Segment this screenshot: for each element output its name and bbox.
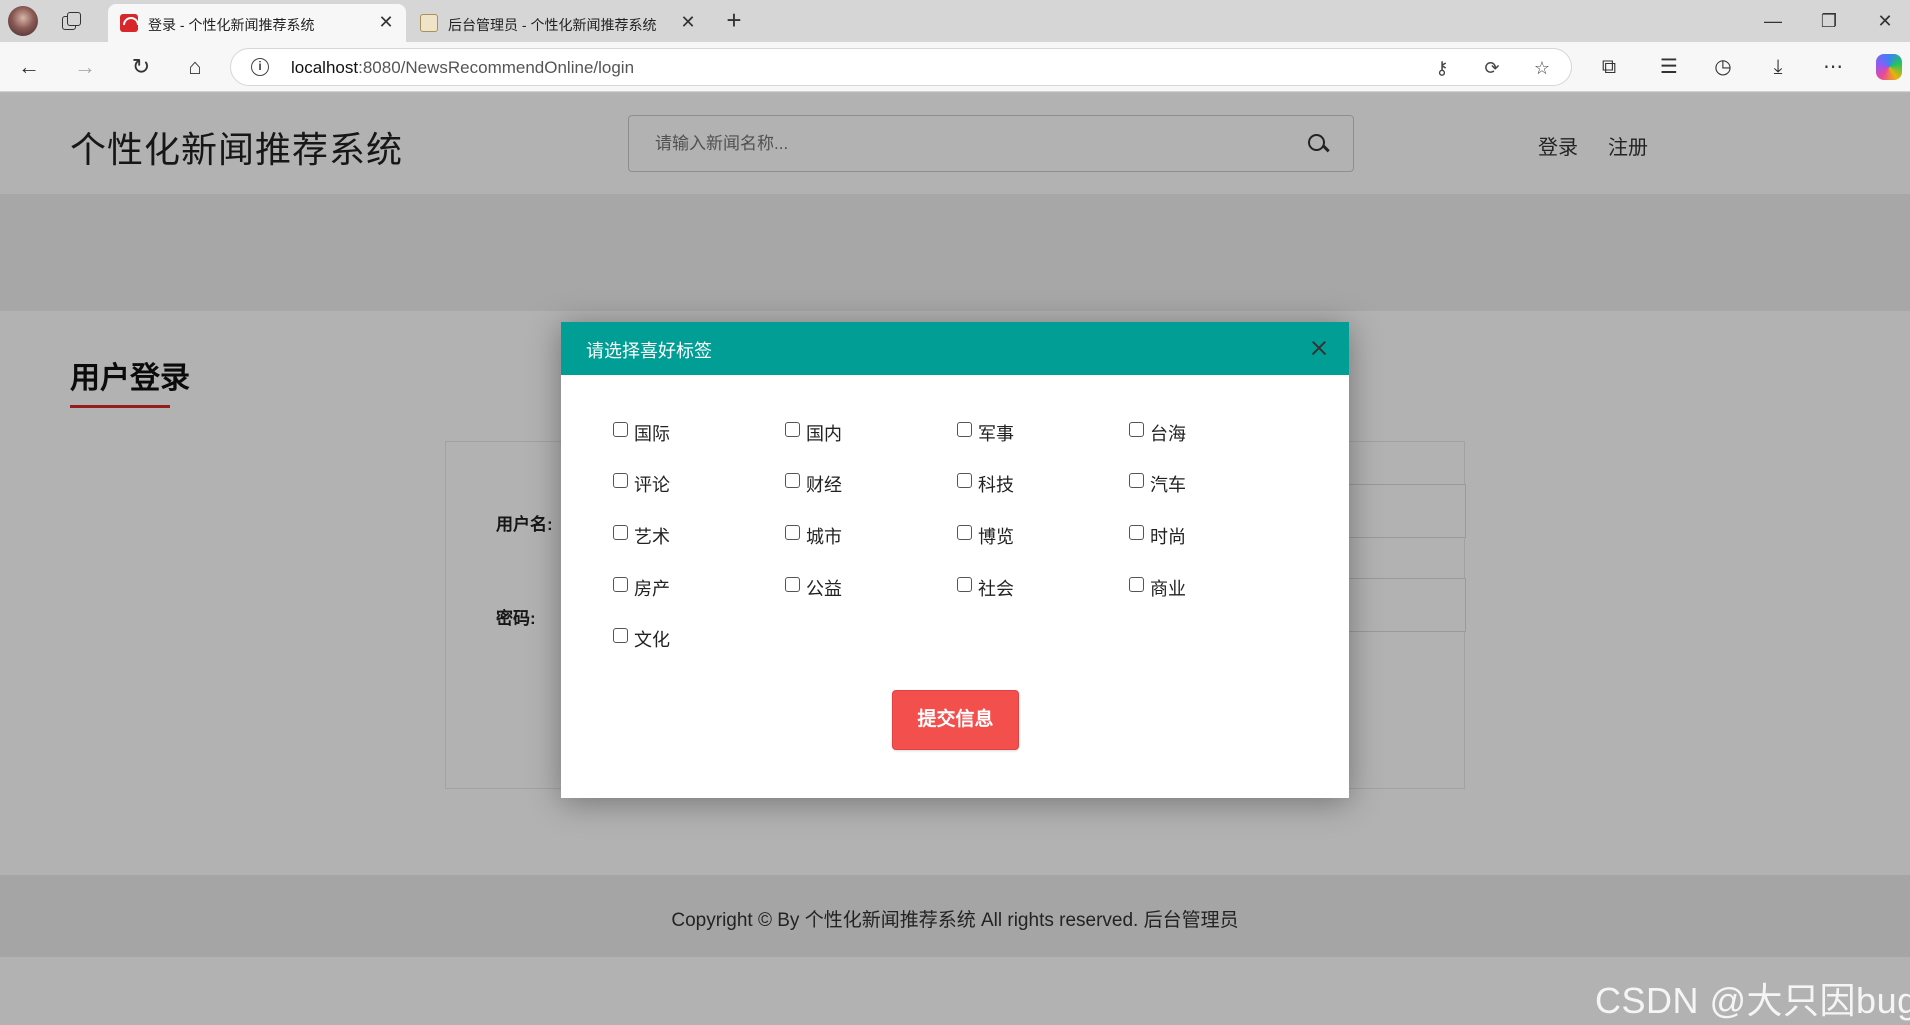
address-bar[interactable]: i localhost:8080/NewsRecommendOnline/log… <box>230 48 1572 86</box>
tag-label: 博览 <box>978 527 1014 547</box>
tab-login[interactable]: 登录 - 个性化新闻推荐系统 ✕ <box>108 4 406 42</box>
copilot-icon[interactable] <box>1876 54 1902 80</box>
minimize-button[interactable]: — <box>1758 8 1788 34</box>
close-window-button[interactable]: ✕ <box>1870 8 1900 34</box>
tag-label: 文化 <box>634 630 670 650</box>
back-button[interactable]: ← <box>14 52 44 82</box>
download-icon[interactable]: ⤓ <box>1765 54 1791 80</box>
new-tab-button[interactable]: + <box>720 6 748 34</box>
profile-avatar[interactable] <box>8 6 38 36</box>
modal-title: 请选择喜好标签 <box>586 341 712 361</box>
tab-title: 后台管理员 - 个性化新闻推荐系统 <box>448 17 657 33</box>
extensions-icon[interactable]: ⧉ <box>1596 54 1622 80</box>
url-text[interactable]: localhost:8080/NewsRecommendOnline/login <box>291 58 634 78</box>
key-icon[interactable]: ⚷ <box>1431 57 1453 79</box>
site-info-icon[interactable]: i <box>251 58 269 76</box>
admin-favicon-icon <box>420 14 438 32</box>
favorites-icon[interactable]: ☰ <box>1656 54 1682 80</box>
submit-button[interactable]: 提交信息 <box>892 690 1019 750</box>
csdn-watermark: CSDN @大只因bug <box>1595 980 1910 1021</box>
checkbox[interactable] <box>1129 577 1144 592</box>
tag-label: 城市 <box>806 527 842 547</box>
checkbox[interactable] <box>1129 473 1144 488</box>
tag-label: 汽车 <box>1150 475 1186 495</box>
checkbox[interactable] <box>957 577 972 592</box>
tag-label: 社会 <box>978 579 1014 599</box>
tab-close-icon[interactable]: ✕ <box>376 12 396 32</box>
tag-label: 台海 <box>1150 424 1186 444</box>
checkbox[interactable] <box>613 525 628 540</box>
checkbox[interactable] <box>613 473 628 488</box>
tag-label: 公益 <box>806 579 842 599</box>
checkbox[interactable] <box>957 422 972 437</box>
tab-admin[interactable]: 后台管理员 - 个性化新闻推荐系统 ✕ <box>408 4 708 42</box>
checkbox[interactable] <box>785 422 800 437</box>
close-icon[interactable] <box>1307 336 1331 360</box>
tag-label: 军事 <box>978 424 1014 444</box>
reload-button[interactable]: ↻ <box>126 52 156 82</box>
tag-preference-modal: 请选择喜好标签 国际 国内 军事 台海 评论 财经 科技 汽车 艺术 城市 博览… <box>561 322 1349 798</box>
history-icon[interactable]: ◷ <box>1710 54 1736 80</box>
more-menu-icon[interactable]: ⋯ <box>1820 54 1846 80</box>
url-host: localhost <box>291 58 359 77</box>
tab-actions-icon[interactable] <box>60 10 82 32</box>
forward-button[interactable]: → <box>70 52 100 82</box>
url-path: :8080/NewsRecommendOnline/login <box>358 58 635 77</box>
tag-label: 财经 <box>806 475 842 495</box>
checkbox[interactable] <box>785 473 800 488</box>
modal-header: 请选择喜好标签 <box>561 322 1349 375</box>
tag-label: 国内 <box>806 424 842 444</box>
refresh-page-icon[interactable]: ⟳ <box>1481 57 1503 79</box>
checkbox[interactable] <box>785 525 800 540</box>
tag-label: 科技 <box>978 475 1014 495</box>
browser-tab-bar: 登录 - 个性化新闻推荐系统 ✕ 后台管理员 - 个性化新闻推荐系统 ✕ + —… <box>0 0 1910 42</box>
tag-label: 房产 <box>634 579 670 599</box>
tag-label: 国际 <box>634 424 670 444</box>
tag-label: 商业 <box>1150 579 1186 599</box>
checkbox[interactable] <box>613 577 628 592</box>
home-button[interactable]: ⌂ <box>180 52 210 82</box>
checkbox[interactable] <box>785 577 800 592</box>
restore-button[interactable]: ❐ <box>1814 8 1844 34</box>
checkbox[interactable] <box>1129 422 1144 437</box>
news-favicon-icon <box>120 14 139 32</box>
checkbox[interactable] <box>1129 525 1144 540</box>
browser-toolbar: ← → ↻ ⌂ i localhost:8080/NewsRecommendOn… <box>0 42 1910 92</box>
checkbox[interactable] <box>613 422 628 437</box>
favorite-star-icon[interactable]: ☆ <box>1531 57 1553 79</box>
tab-close-icon[interactable]: ✕ <box>678 12 698 32</box>
checkbox[interactable] <box>613 628 628 643</box>
tab-title: 登录 - 个性化新闻推荐系统 <box>148 17 315 33</box>
tag-label: 评论 <box>634 475 670 495</box>
checkbox[interactable] <box>957 525 972 540</box>
tag-label: 时尚 <box>1150 527 1186 547</box>
tag-label: 艺术 <box>634 527 670 547</box>
checkbox[interactable] <box>957 473 972 488</box>
